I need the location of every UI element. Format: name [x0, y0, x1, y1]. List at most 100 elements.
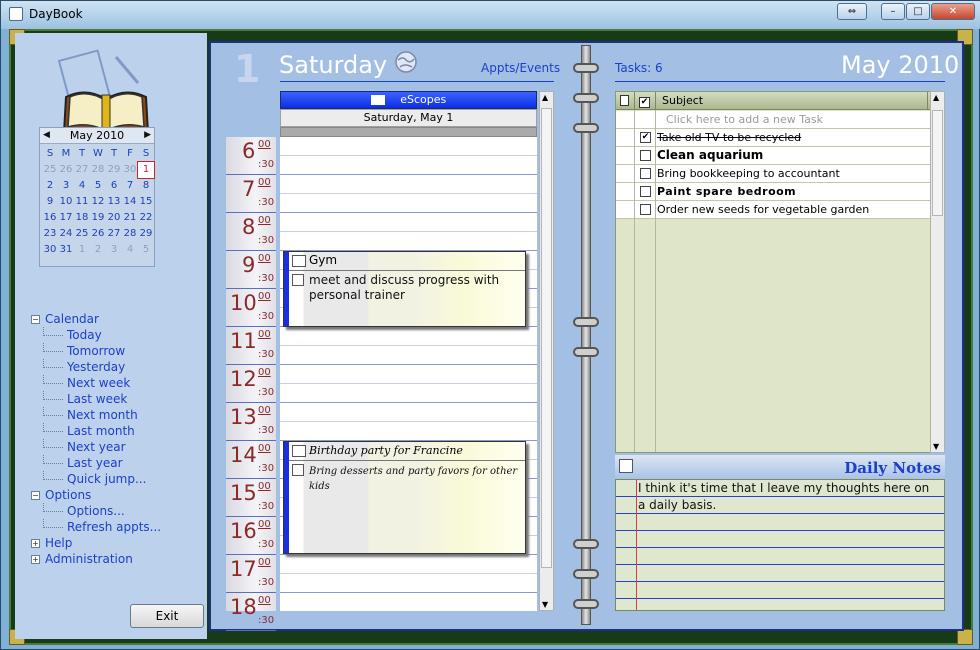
task-checkbox[interactable]: ✔: [640, 132, 651, 143]
task-type-header[interactable]: [616, 92, 635, 110]
close-button[interactable]: ✕: [931, 3, 975, 20]
calendar-day[interactable]: 23: [42, 226, 58, 242]
scroll-down-icon[interactable]: ▼: [542, 600, 548, 609]
calendar-day[interactable]: 14: [122, 194, 138, 210]
tree-item-yesterday[interactable]: Yesterday: [43, 359, 125, 375]
allday-bar[interactable]: [280, 127, 537, 137]
calendar-day[interactable]: 22: [138, 210, 154, 226]
calendar-day[interactable]: 1: [74, 242, 90, 258]
calendar-day[interactable]: 6: [106, 178, 122, 194]
restore-small-icon[interactable]: ⇔: [837, 3, 867, 20]
app-icon[interactable]: [9, 7, 23, 21]
calendar-day[interactable]: 21: [122, 210, 138, 226]
resource-header[interactable]: eScopes: [280, 91, 537, 109]
appts-events-link[interactable]: Appts/Events: [481, 61, 560, 75]
collapse-icon[interactable]: −: [31, 491, 40, 500]
calendar-day[interactable]: 4: [74, 178, 90, 194]
expand-icon[interactable]: +: [31, 555, 40, 564]
calendar-day[interactable]: 5: [138, 242, 154, 258]
tree-item-help[interactable]: + Help: [31, 535, 72, 551]
calendar-day[interactable]: 1: [137, 161, 155, 179]
next-month-icon[interactable]: ▶: [144, 128, 151, 143]
calendar-day[interactable]: 2: [90, 242, 106, 258]
minimize-button[interactable]: –: [881, 3, 905, 20]
scroll-up-icon[interactable]: ▲: [933, 93, 939, 102]
title-bar[interactable]: DayBook ⇔ – □ ✕: [1, 1, 980, 29]
calendar-day[interactable]: 3: [58, 178, 74, 194]
tree-item-refresh-appts[interactable]: Refresh appts...: [43, 519, 161, 535]
tasks-scroll-thumb[interactable]: [932, 110, 943, 216]
tree-item-today[interactable]: Today: [43, 327, 102, 343]
day-scroll-thumb[interactable]: [541, 108, 552, 568]
task-row[interactable]: Paint spare bedroom: [616, 183, 932, 201]
calendar-day[interactable]: 5: [90, 178, 106, 194]
tree-item-tomorrow[interactable]: Tomorrow: [43, 343, 125, 359]
task-subject-header[interactable]: Subject: [656, 92, 928, 110]
tree-item-next-week[interactable]: Next week: [43, 375, 130, 391]
task-done-header[interactable]: ✔: [635, 92, 656, 110]
calendar-day[interactable]: 4: [122, 242, 138, 258]
mini-calendar[interactable]: ◀ May 2010 ▶ S M T W T F S 25 26 27 28 29 30 1 2 3 4 5 6 7 8…: [39, 127, 155, 267]
calendar-day[interactable]: 25: [42, 162, 58, 178]
calendar-day[interactable]: 24: [58, 226, 74, 242]
calendar-day[interactable]: 16: [42, 210, 58, 226]
expand-icon[interactable]: +: [31, 539, 40, 548]
calendar-day[interactable]: 3: [106, 242, 122, 258]
tree-item-administration[interactable]: + Administration: [31, 551, 133, 567]
notes-icon[interactable]: [619, 459, 633, 473]
task-row[interactable]: Bring bookkeeping to accountant: [616, 165, 932, 183]
task-row[interactable]: Order new seeds for vegetable garden: [616, 201, 932, 219]
scroll-down-icon[interactable]: ▼: [933, 442, 939, 451]
calendar-day[interactable]: 29: [106, 162, 122, 178]
calendar-day[interactable]: 13: [106, 194, 122, 210]
task-checkbox[interactable]: [640, 186, 651, 197]
exit-button[interactable]: Exit: [130, 604, 204, 628]
calendar-day[interactable]: 15: [138, 194, 154, 210]
task-row[interactable]: Clean aquarium: [616, 147, 932, 165]
calendar-day[interactable]: 12: [90, 194, 106, 210]
calendar-day[interactable]: 30: [42, 242, 58, 258]
daily-notes-text[interactable]: I think it's time that I leave my though…: [638, 480, 938, 514]
tasks-scrollbar[interactable]: ▲ ▼: [930, 91, 945, 453]
tasks-count[interactable]: Tasks: 6: [615, 61, 663, 75]
task-checkbox[interactable]: [640, 204, 651, 215]
calendar-day[interactable]: 27: [74, 162, 90, 178]
tree-item-quick-jump[interactable]: Quick jump...: [43, 471, 146, 487]
tree-item-next-year[interactable]: Next year: [43, 439, 126, 455]
calendar-day[interactable]: 31: [58, 242, 74, 258]
appointment-birthday[interactable]: Birthday party for Francine Bring desser…: [283, 441, 526, 554]
calendar-day[interactable]: 18: [74, 210, 90, 226]
tree-item-options[interactable]: − Options: [31, 487, 91, 503]
calendar-day[interactable]: 8: [138, 178, 154, 194]
calendar-day[interactable]: 27: [106, 226, 122, 242]
calendar-day[interactable]: 19: [90, 210, 106, 226]
new-task-row[interactable]: Click here to add a new Task: [616, 111, 932, 129]
calendar-day[interactable]: 11: [74, 194, 90, 210]
calendar-day[interactable]: 26: [58, 162, 74, 178]
prev-month-icon[interactable]: ◀: [43, 128, 50, 143]
calendar-day[interactable]: 10: [58, 194, 74, 210]
tree-item-last-month[interactable]: Last month: [43, 423, 135, 439]
calendar-day[interactable]: 20: [106, 210, 122, 226]
calendar-day[interactable]: 30: [122, 162, 138, 178]
tree-item-next-month[interactable]: Next month: [43, 407, 138, 423]
calendar-day[interactable]: 25: [74, 226, 90, 242]
task-checkbox[interactable]: [640, 168, 651, 179]
tree-item-last-week[interactable]: Last week: [43, 391, 127, 407]
calendar-day[interactable]: 7: [122, 178, 138, 194]
daily-notes-area[interactable]: I think it's time that I leave my though…: [615, 479, 945, 611]
tree-item-options[interactable]: Options...: [43, 503, 125, 519]
tree-item-calendar[interactable]: − Calendar: [31, 311, 99, 327]
calendar-day[interactable]: 29: [138, 226, 154, 242]
calendar-day[interactable]: 28: [90, 162, 106, 178]
collapse-icon[interactable]: −: [31, 315, 40, 324]
task-row[interactable]: ✔ Take old TV to be recycled: [616, 129, 932, 147]
appointment-gym[interactable]: Gym meet and discuss progress with perso…: [283, 251, 526, 327]
calendar-day[interactable]: 26: [90, 226, 106, 242]
calendar-day[interactable]: 17: [58, 210, 74, 226]
calendar-day[interactable]: 9: [42, 194, 58, 210]
calendar-day[interactable]: 28: [122, 226, 138, 242]
tree-item-last-year[interactable]: Last year: [43, 455, 123, 471]
calendar-day[interactable]: 2: [42, 178, 58, 194]
day-scrollbar[interactable]: ▲ ▼: [539, 91, 554, 611]
